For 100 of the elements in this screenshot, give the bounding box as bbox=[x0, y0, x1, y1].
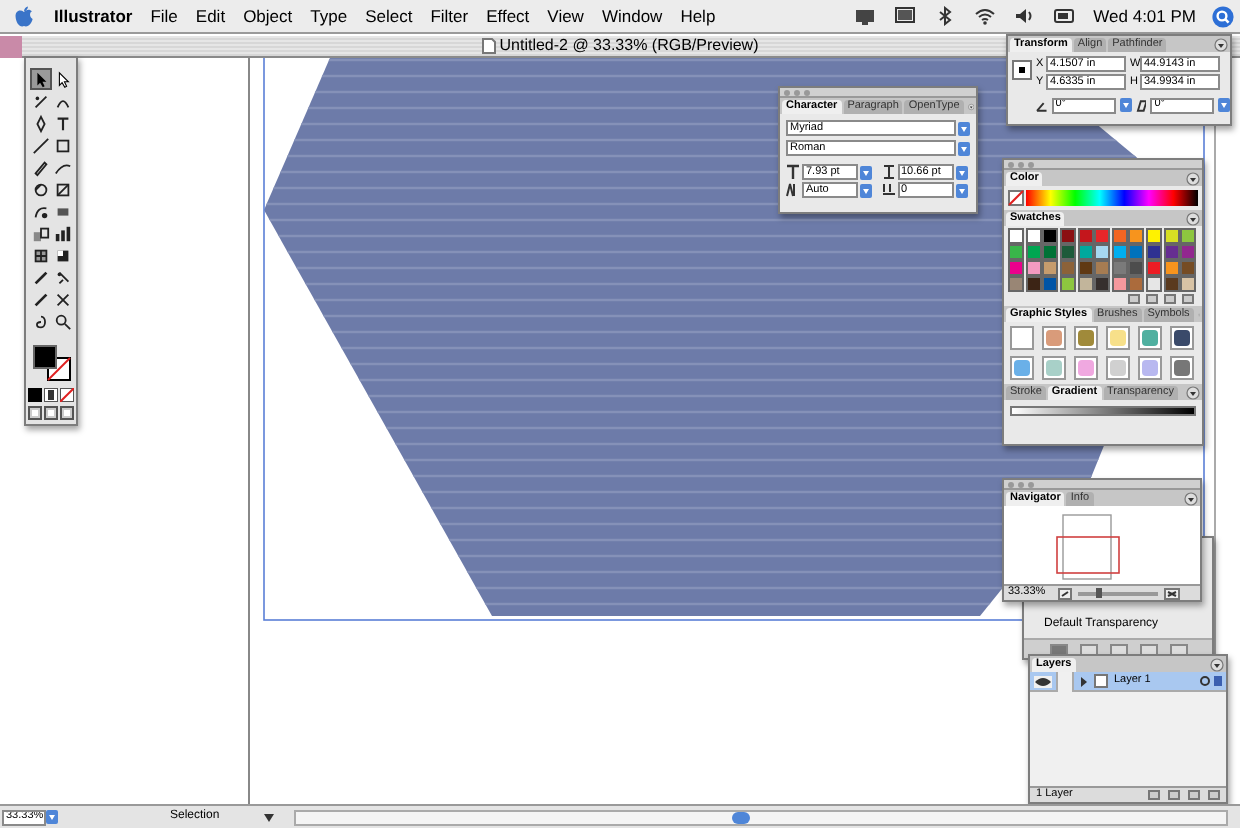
menu-item[interactable]: Type bbox=[310, 3, 348, 29]
color-swatch[interactable] bbox=[1180, 228, 1197, 244]
none-swatch-icon bbox=[1008, 190, 1024, 206]
tool-button[interactable] bbox=[29, 178, 51, 200]
rotate-icon bbox=[1036, 99, 1048, 111]
color-swatch[interactable] bbox=[1146, 260, 1163, 276]
color-swatch[interactable] bbox=[1111, 244, 1128, 260]
color-swatch[interactable] bbox=[1128, 228, 1145, 244]
menu-item[interactable]: Window bbox=[601, 3, 663, 29]
menu-item[interactable]: Select bbox=[365, 3, 413, 29]
graphic-style-thumbnail[interactable] bbox=[1010, 326, 1034, 350]
color-swatch[interactable] bbox=[1128, 260, 1145, 276]
color-swatch[interactable] bbox=[1163, 244, 1180, 260]
tool-icon bbox=[53, 311, 71, 331]
tool-button[interactable] bbox=[29, 266, 51, 288]
shear-icon bbox=[1135, 99, 1147, 111]
color-spectrum[interactable] bbox=[1026, 190, 1198, 206]
tracking-icon bbox=[881, 182, 895, 198]
graphic-style-thumbnail[interactable] bbox=[1138, 326, 1162, 350]
document-icon bbox=[481, 38, 496, 54]
color-swatch[interactable] bbox=[1008, 276, 1024, 292]
tool-button[interactable] bbox=[51, 310, 73, 332]
color-swatch[interactable] bbox=[1008, 244, 1024, 260]
color-swatch[interactable] bbox=[1163, 228, 1180, 244]
color-swatch[interactable] bbox=[1042, 244, 1059, 260]
color-swatch[interactable] bbox=[1094, 228, 1111, 244]
dropdown-arrow-icon bbox=[1218, 98, 1230, 112]
color-swatch[interactable] bbox=[1059, 244, 1076, 260]
tool-button[interactable] bbox=[51, 134, 73, 156]
graphic-style-thumbnail[interactable] bbox=[1010, 356, 1034, 380]
color-swatch[interactable] bbox=[1094, 244, 1111, 260]
color-swatch[interactable] bbox=[1059, 260, 1076, 276]
color-swatch[interactable] bbox=[1059, 228, 1076, 244]
color-swatch[interactable] bbox=[1111, 260, 1128, 276]
color-swatch[interactable] bbox=[1025, 276, 1042, 292]
tool-button[interactable] bbox=[51, 288, 73, 310]
graphic-style-thumbnail[interactable] bbox=[1170, 356, 1194, 380]
wifi-icon bbox=[973, 6, 996, 26]
tool-button[interactable] bbox=[29, 134, 51, 156]
tool-button[interactable] bbox=[51, 222, 73, 244]
menu-item[interactable]: Filter bbox=[430, 3, 469, 29]
color-swatch[interactable] bbox=[1180, 276, 1197, 292]
menu-item[interactable]: Edit bbox=[195, 3, 226, 29]
caret-icon bbox=[264, 813, 274, 821]
color-swatch[interactable] bbox=[1042, 228, 1059, 244]
color-swatch[interactable] bbox=[1008, 228, 1024, 244]
graphic-style-thumbnail[interactable] bbox=[1042, 356, 1066, 380]
menu-item[interactable]: File bbox=[150, 3, 178, 29]
color-swatch[interactable] bbox=[1025, 228, 1042, 244]
color-swatch[interactable] bbox=[1163, 260, 1180, 276]
color-swatch[interactable] bbox=[1077, 244, 1094, 260]
graphic-style-thumbnail[interactable] bbox=[1074, 356, 1098, 380]
color-swatch[interactable] bbox=[1042, 276, 1059, 292]
color-swatch[interactable] bbox=[1077, 260, 1094, 276]
color-swatch[interactable] bbox=[1077, 276, 1094, 292]
color-swatch[interactable] bbox=[1008, 260, 1024, 276]
horizontal-scrollbar[interactable] bbox=[294, 809, 1228, 825]
color-swatch[interactable] bbox=[1111, 276, 1128, 292]
graphic-style-thumbnail[interactable] bbox=[1074, 326, 1098, 350]
app-menu[interactable]: Illustrator bbox=[54, 3, 133, 29]
color-swatch[interactable] bbox=[1077, 228, 1094, 244]
color-swatch[interactable] bbox=[1094, 276, 1111, 292]
graphic-style-thumbnail[interactable] bbox=[1170, 326, 1194, 350]
tool-button[interactable] bbox=[29, 90, 51, 112]
color-swatch[interactable] bbox=[1146, 276, 1163, 292]
graphic-style-thumbnail[interactable] bbox=[1138, 356, 1162, 380]
gradient-bar[interactable] bbox=[1010, 406, 1196, 416]
color-swatch[interactable] bbox=[1163, 276, 1180, 292]
graphic-style-thumbnail[interactable] bbox=[1042, 326, 1066, 350]
menu-item[interactable]: View bbox=[547, 3, 584, 29]
color-swatch[interactable] bbox=[1094, 260, 1111, 276]
menu-item[interactable]: Help bbox=[680, 3, 716, 29]
graphic-style-thumbnail[interactable] bbox=[1106, 326, 1130, 350]
tool-button[interactable] bbox=[29, 244, 51, 266]
tool-button[interactable] bbox=[29, 68, 51, 90]
graphic-style-thumbnail[interactable] bbox=[1106, 356, 1130, 380]
color-swatch[interactable] bbox=[1180, 260, 1197, 276]
tool-button[interactable] bbox=[51, 178, 73, 200]
color-swatch[interactable] bbox=[1025, 260, 1042, 276]
menu-item[interactable]: Effect bbox=[486, 3, 530, 29]
target-icon bbox=[1200, 676, 1210, 686]
color-swatch[interactable] bbox=[1146, 228, 1163, 244]
selection-indicator-icon bbox=[1214, 676, 1222, 686]
color-swatch[interactable] bbox=[1042, 260, 1059, 276]
window-title: Untitled-2 @ 33.33% (RGB/Preview) bbox=[499, 36, 759, 56]
tool-button[interactable] bbox=[29, 288, 51, 310]
color-swatch[interactable] bbox=[1059, 276, 1076, 292]
tool-icon bbox=[31, 223, 49, 243]
tool-icon bbox=[31, 91, 49, 111]
color-swatch[interactable] bbox=[1128, 244, 1145, 260]
dropdown-arrow-icon bbox=[1119, 98, 1131, 112]
color-swatch[interactable] bbox=[1128, 276, 1145, 292]
color-swatch[interactable] bbox=[1025, 244, 1042, 260]
tool-button[interactable] bbox=[29, 222, 51, 244]
color-swatch[interactable] bbox=[1180, 244, 1197, 260]
color-swatch[interactable] bbox=[1111, 228, 1128, 244]
color-swatch[interactable] bbox=[1146, 244, 1163, 260]
menu-item[interactable]: Object bbox=[243, 3, 293, 29]
font-size-icon bbox=[786, 164, 800, 180]
tool-button[interactable] bbox=[29, 156, 51, 178]
